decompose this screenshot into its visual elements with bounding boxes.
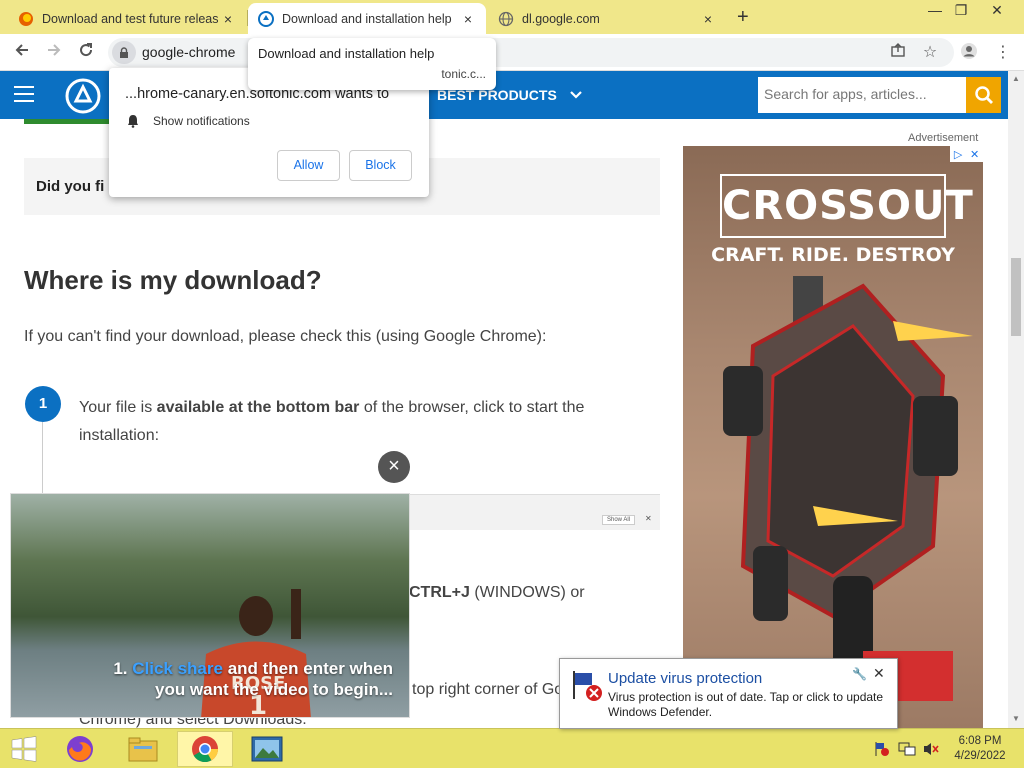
scrollbar-thumb[interactable]	[1011, 258, 1021, 336]
restore-button[interactable]: ❐	[946, 2, 976, 19]
new-tab-button[interactable]: +	[737, 6, 749, 29]
adchoices-icon[interactable]: ▷ ✕	[950, 146, 983, 162]
clock-time: 6:08 PM	[958, 735, 1002, 747]
search-icon	[974, 86, 993, 104]
back-button[interactable]	[10, 41, 34, 65]
firefox-icon	[67, 736, 93, 762]
arrow-left-icon	[15, 44, 28, 56]
video-caption: 1. Click share and then enter when you w…	[21, 658, 393, 700]
step-number-badge: 1	[25, 386, 61, 422]
windows-logo-icon	[11, 736, 37, 762]
ad-brand-logo: CROSSOUT	[720, 174, 973, 238]
tab-close-icon[interactable]: ×	[460, 11, 476, 27]
close-icon: ✕	[969, 148, 980, 161]
allow-button[interactable]: Allow	[277, 150, 340, 181]
taskbar-image-app[interactable]	[239, 731, 295, 767]
did-you-find-text: Did you fi	[36, 178, 105, 195]
window-close-button[interactable]: ✕	[982, 2, 1012, 19]
balloon-title: Update virus protection	[608, 670, 763, 687]
picture-icon	[251, 736, 283, 762]
step-1-text: Your file is available at the bottom bar…	[79, 394, 639, 450]
caption-step: 1.	[113, 659, 133, 678]
clock-date: 4/29/2022	[954, 750, 1006, 762]
caption-line1-rest: and then enter when	[222, 659, 393, 678]
bell-icon	[128, 115, 138, 128]
close-icon: ✕	[645, 514, 652, 523]
site-search-button[interactable]	[966, 77, 1001, 113]
chrome-icon	[192, 736, 219, 763]
floating-video-player[interactable]: ROSE 1 1. Click share and then enter whe…	[10, 493, 410, 718]
softonic-logo[interactable]	[64, 77, 102, 115]
caption-line2: you want the video to begin...	[154, 680, 393, 699]
tab-download-help[interactable]: Download and installation help ×	[248, 3, 486, 34]
volume-muted-icon[interactable]	[922, 741, 940, 760]
folder-icon	[128, 737, 158, 762]
taskbar-file-explorer[interactable]	[115, 731, 171, 767]
windows-taskbar: 6:08 PM 4/29/2022	[0, 728, 1024, 768]
menu-dots-icon[interactable]: ⋮	[992, 42, 1014, 64]
start-button[interactable]	[0, 731, 52, 767]
taskbar-clock[interactable]: 6:08 PM 4/29/2022	[950, 734, 1010, 764]
scroll-down-arrow-icon[interactable]: ▼	[1008, 714, 1024, 723]
tooltip-title: Download and installation help	[258, 46, 435, 61]
top-right-text: top right corner of Go	[412, 681, 564, 698]
defender-flag-icon	[573, 671, 602, 701]
tab-title: Download and installation help	[282, 11, 452, 26]
address-bar[interactable]: google-chrome	[108, 38, 954, 67]
page-scrollbar[interactable]	[1008, 71, 1024, 728]
chevron-down-icon	[569, 91, 582, 99]
ad-label: Advertisement	[908, 132, 979, 144]
profile-avatar-icon[interactable]	[958, 42, 980, 64]
defender-notification-balloon[interactable]: Update virus protection Virus protection…	[559, 658, 898, 729]
scroll-up-arrow-icon[interactable]: ▲	[1008, 74, 1024, 83]
step-1-pre: Your file is	[79, 399, 157, 416]
permission-row: Show notifications	[127, 114, 250, 128]
video-close-button[interactable]: ×	[378, 451, 410, 483]
block-button[interactable]: Block	[349, 150, 412, 181]
balloon-message: Virus protection is out of date. Tap or …	[608, 690, 884, 719]
tab-hover-tooltip: Download and installation help tonic.c..…	[248, 38, 496, 90]
tab-title: Download and test future releas	[42, 11, 219, 26]
wrench-icon[interactable]: 🔧	[852, 667, 867, 681]
page-heading: Where is my download?	[24, 265, 322, 295]
firefox-icon	[18, 11, 34, 27]
site-search-input[interactable]: Search for apps, articles...	[758, 77, 966, 113]
tab-close-icon[interactable]: ×	[700, 11, 716, 27]
forward-button[interactable]	[42, 41, 66, 65]
permission-label: Show notifications	[153, 114, 250, 128]
hamburger-menu-icon[interactable]	[14, 86, 34, 102]
arrow-right-icon	[48, 44, 61, 56]
tab-close-icon[interactable]: ×	[220, 11, 236, 27]
lock-icon[interactable]	[112, 41, 136, 64]
share-icon[interactable]	[887, 42, 909, 64]
play-icon: ▷	[953, 148, 963, 161]
network-icon[interactable]	[898, 741, 916, 760]
defender-tray-icon[interactable]	[874, 741, 890, 760]
bookmark-star-icon[interactable]: ☆	[919, 42, 941, 64]
tooltip-domain: tonic.c...	[441, 67, 486, 81]
shortcut-key: CTRL+J	[409, 584, 470, 601]
taskbar-firefox[interactable]	[52, 731, 108, 767]
tab-dl-google[interactable]: dl.google.com ×	[488, 3, 726, 34]
intro-text: If you can't find your download, please …	[24, 328, 547, 345]
ad-tagline: CRAFT. RIDE. DESTROY	[711, 244, 955, 266]
softonic-icon	[258, 10, 274, 27]
browser-toolbar: google-chrome ☆ ⋮	[0, 34, 1024, 71]
tab-firefox-releases[interactable]: Download and test future releas ×	[8, 3, 246, 34]
tab-title: dl.google.com	[522, 11, 600, 26]
step-1-bold: available at the bottom bar	[156, 399, 360, 416]
reload-button[interactable]	[74, 41, 98, 65]
tab-strip: Download and test future releas × Downlo…	[0, 0, 1024, 34]
reload-icon	[80, 43, 93, 57]
shortcut-rest: (WINDOWS) or	[469, 584, 585, 601]
caption-highlight: Click share	[132, 659, 223, 678]
show-all-button-illustration: Show All	[602, 515, 636, 525]
download-button-edge[interactable]	[24, 119, 110, 124]
globe-icon	[498, 11, 514, 27]
taskbar-chrome[interactable]	[177, 731, 233, 767]
url-text: google-chrome	[142, 44, 236, 60]
shortcut-text: CTRL+J (WINDOWS) or	[409, 584, 585, 602]
balloon-close-icon[interactable]: ✕	[873, 665, 885, 682]
